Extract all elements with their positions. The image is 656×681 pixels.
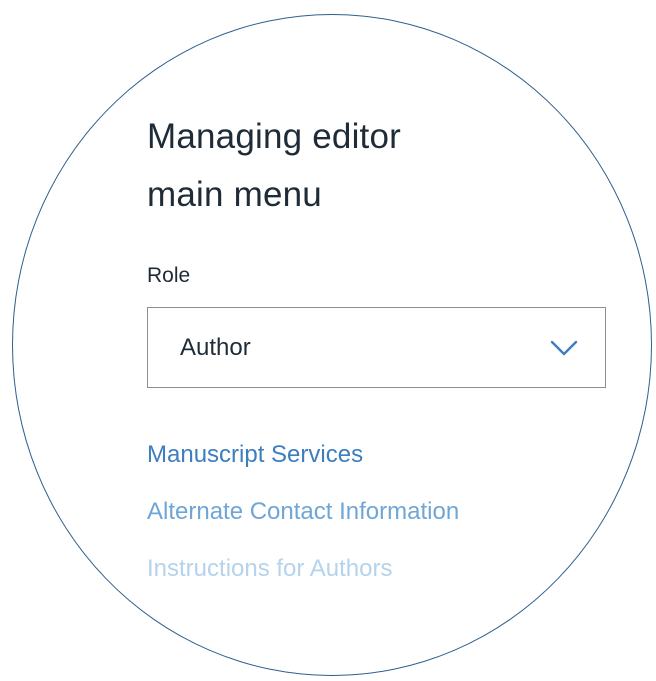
page-title: Managing editor main menu bbox=[147, 108, 607, 224]
link-alternate-contact-information[interactable]: Alternate Contact Information bbox=[147, 497, 607, 526]
role-label: Role bbox=[147, 264, 191, 287]
chevron-down-icon[interactable] bbox=[549, 339, 579, 357]
main-menu-panel: Managing editor main menu Role Author Ma… bbox=[147, 108, 607, 611]
page-title-line-1: Managing editor bbox=[147, 117, 401, 156]
menu-links: Manuscript Services Alternate Contact In… bbox=[147, 440, 607, 583]
link-manuscript-services[interactable]: Manuscript Services bbox=[147, 440, 607, 469]
screen: Managing editor main menu Role Author Ma… bbox=[0, 0, 656, 681]
role-select-value: Author bbox=[180, 333, 251, 361]
role-select[interactable]: Author bbox=[147, 307, 606, 388]
page-title-line-2: main menu bbox=[147, 175, 322, 214]
link-instructions-for-authors[interactable]: Instructions for Authors bbox=[147, 554, 607, 583]
